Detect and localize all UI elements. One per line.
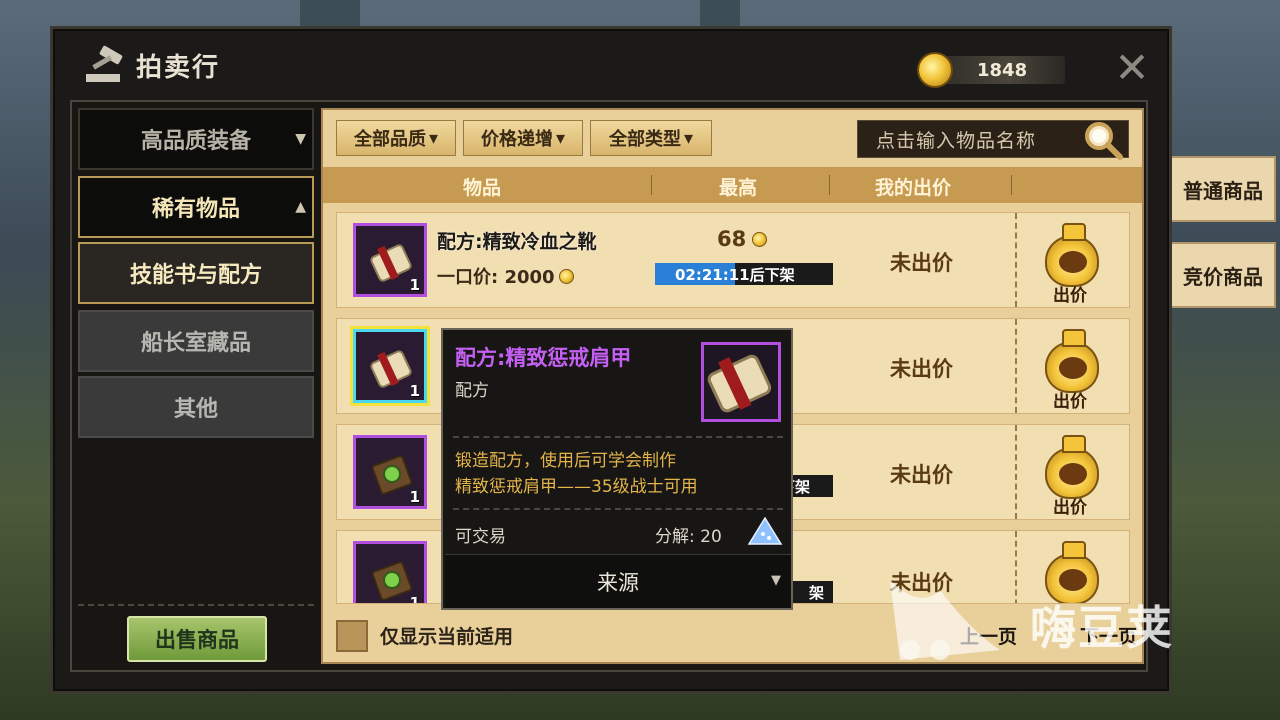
tooltip-item-type: 配方 [455,381,489,401]
subcategory-label: 其他 [173,397,218,422]
bid-button[interactable]: 出价 [1037,219,1107,306]
money-bag-icon [1045,435,1099,499]
item-slot-selected[interactable]: 1 [353,329,427,403]
description-line: 锻造配方，使用后可学会制作 [455,451,676,471]
currency-amount: 1848 [977,59,1028,81]
chevron-down-icon: ▼ [295,131,306,147]
tooltip-item-name: 配方:精致惩戒肩甲 [455,346,632,370]
tab-auction-goods[interactable]: 竞价商品 [1172,242,1276,308]
subcategory-label: 船长室藏品 [140,331,251,356]
recipe-scroll-icon [707,354,772,413]
buyout-price-text: 一口价: 2000 [437,267,555,288]
row-divider [1015,319,1017,413]
window-title-bar: 拍卖行 [82,44,220,86]
column-highest: 最高 [719,177,758,199]
caret-down-icon: ▾ [555,127,566,149]
subcategory-other[interactable]: 其他 [78,376,314,438]
caret-down-icon: ▾ [428,127,439,149]
search-placeholder: 点击输入物品名称 [876,129,1037,152]
row-divider [1015,425,1017,519]
item-quantity: 1 [409,276,420,294]
item-quantity: 1 [409,488,420,506]
expiry-timer: 02:21:11后下架 [655,263,833,285]
my-bid-status: 未出价 [890,251,953,275]
tooltip-description: 锻造配方，使用后可学会制作 精致惩戒肩甲——35级战士可用 [455,448,698,500]
highest-bid-value: 68 [717,227,747,251]
sort-dropdown[interactable]: 价格递增 ▾ [463,120,583,156]
column-separator [829,175,830,195]
caret-down-icon: ▼ [771,573,781,588]
auction-row[interactable]: 1 配方:精致冷血之靴 一口价: 2000 68 02:21:11后下架 未出价… [336,212,1130,308]
subcategory-skillbooks-recipes[interactable]: 技能书与配方 [78,242,314,304]
money-bag-icon [1045,223,1099,287]
column-my-bid: 我的出价 [875,177,952,199]
gold-coin-icon [917,52,953,88]
tradable-status: 可交易 [455,527,506,547]
category-rare-items[interactable]: 稀有物品 ▲ [78,176,314,238]
checkbox-label: 仅显示当前适用 [380,626,514,648]
sell-items-button[interactable]: 出售商品 [127,616,267,662]
bid-button[interactable]: 出价 [1037,431,1107,518]
divider [453,508,783,510]
gavel-icon [82,44,128,86]
column-header-bar: 物品 最高 我的出价 [323,167,1142,203]
gold-coin-icon [752,231,768,247]
chevron-up-icon: ▲ [295,199,306,215]
applicable-only-checkbox[interactable] [336,620,368,652]
bid-label: 出价 [1053,392,1087,412]
item-name: 配方:精致冷血之靴 [437,231,597,253]
my-bid-status: 未出价 [890,357,953,381]
tab-normal-goods[interactable]: 普通商品 [1172,156,1276,222]
row-divider [1015,531,1017,603]
type-filter-dropdown[interactable]: 全部类型 ▾ [590,120,712,156]
item-quantity: 1 [409,382,420,400]
dropdown-label: 全部类型 [608,129,681,150]
currency-display: 1848 [917,52,1065,88]
watermark-text: 嗨豆荚 [1030,601,1174,655]
subcategory-label: 技能书与配方 [129,263,262,288]
decompose-value: 分解: 20 [655,527,722,547]
quality-filter-dropdown[interactable]: 全部品质 ▾ [336,120,456,156]
buyout-price: 一口价: 2000 [437,263,574,289]
source-label: 来源 [597,570,639,595]
category-label: 稀有物品 [151,197,240,222]
gold-coin-icon [558,268,574,284]
item-tooltip: 配方:精致惩戒肩甲 配方 锻造配方，使用后可学会制作 精致惩戒肩甲——35级战士… [441,328,793,610]
column-separator [1011,175,1012,195]
watermark-logo-icon [890,580,1000,660]
caret-down-icon: ▾ [683,127,694,149]
timer-text: 02:21:11后下架 [675,265,795,284]
category-label: 高品质装备 [140,129,251,154]
item-slot[interactable]: 1 [353,541,427,604]
crystal-dust-icon [747,516,783,545]
tooltip-item-icon [701,342,781,422]
close-icon: ✕ [1114,43,1150,92]
my-bid-status: 未出价 [890,463,953,487]
column-separator [651,175,652,195]
item-slot[interactable]: 1 [353,435,427,509]
item-slot[interactable]: 1 [353,223,427,297]
divider [453,436,783,438]
dropdown-label: 全部品质 [353,129,426,150]
column-item: 物品 [463,177,502,199]
bid-button[interactable]: 出价 [1037,325,1107,412]
money-bag-icon [1045,329,1099,393]
subcategory-captain-collection[interactable]: 船长室藏品 [78,310,314,372]
page-title: 拍卖行 [136,52,221,83]
source-dropdown[interactable]: 来源 ▼ [445,554,791,608]
category-high-quality-equipment[interactable]: 高品质装备 ▼ [78,108,314,170]
bid-label: 出价 [1053,498,1087,518]
description-line: 精致惩戒肩甲——35级战士可用 [455,477,698,497]
highest-bid: 68 [717,227,768,251]
dropdown-label: 价格递增 [480,129,553,150]
magnifier-search-icon[interactable] [1082,119,1124,161]
item-quantity: 1 [409,594,420,604]
row-divider [1015,213,1017,307]
bid-label: 出价 [1053,286,1087,306]
divider [78,604,314,606]
search-input[interactable]: 点击输入物品名称 [857,119,1129,161]
close-button[interactable]: ✕ [1112,47,1152,89]
timer-text: 架 [809,583,825,602]
